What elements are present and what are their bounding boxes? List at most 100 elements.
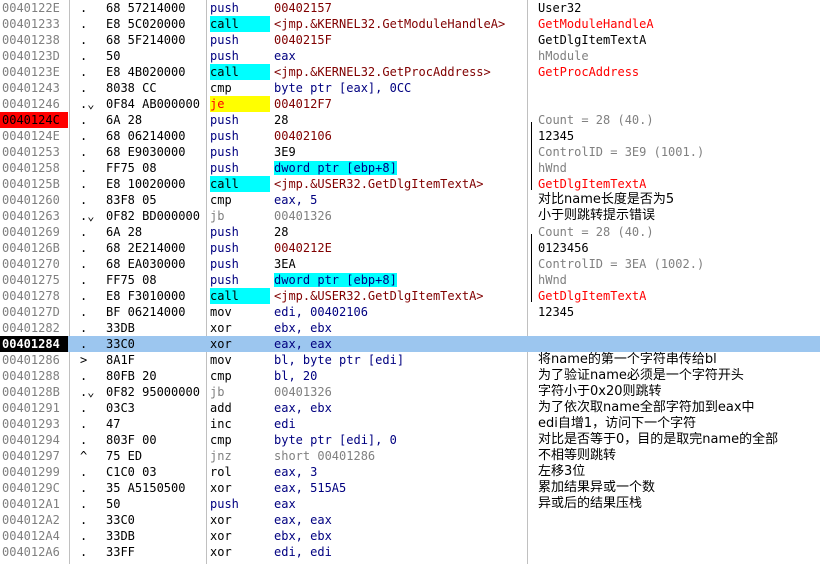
address-cell[interactable]: 0040129C xyxy=(0,480,68,496)
disasm-row[interactable]: 004012A2. 33C0 xor eax, eax xyxy=(0,512,820,528)
address-cell[interactable]: 00401278 xyxy=(0,288,68,304)
comment[interactable]: ControlID = 3E9 (1001.) xyxy=(538,144,820,160)
disasm-row[interactable]: 00401260. 83F8 05 cmp eax, 5 对比name长度是否为5 xyxy=(0,192,820,208)
comment[interactable]: 对比name长度是否为5 xyxy=(538,192,820,208)
disasm-row[interactable]: 00401286 >8A1F mov bl, byte ptr [edi] 将name的… xyxy=(0,352,820,368)
address-cell[interactable]: 00401238 xyxy=(0,32,68,48)
disasm-row[interactable]: 0040124C. 6A 28 push 28 Count = 28 (40.) xyxy=(0,112,820,128)
comment[interactable]: edi自增1，访问下一个字符 xyxy=(538,416,820,432)
address-cell[interactable]: 00401260 xyxy=(0,192,68,208)
comment[interactable]: GetProcAddress xyxy=(538,64,820,80)
address-cell[interactable]: 00401293 xyxy=(0,416,68,432)
address-cell[interactable]: 004012A1 xyxy=(0,496,68,512)
comment[interactable]: 累加结果异或一个数 xyxy=(538,480,820,496)
address-cell[interactable]: 00401243 xyxy=(0,80,68,96)
comment[interactable]: Count = 28 (40.) xyxy=(538,112,820,128)
disasm-row[interactable]: 00401293. 47 inc edi edi自增1，访问下一个字符 xyxy=(0,416,820,432)
address-cell[interactable]: 00401288 xyxy=(0,368,68,384)
comment[interactable] xyxy=(538,80,820,96)
comment[interactable]: ControlID = 3EA (1002.) xyxy=(538,256,820,272)
address-cell[interactable]: 0040122E xyxy=(0,0,68,16)
address-cell[interactable]: 0040127D xyxy=(0,304,68,320)
address-cell[interactable]: 00401282 xyxy=(0,320,68,336)
disasm-row[interactable]: 00401291. 03C3 add eax, ebx 为了依次取name全部字符加到e… xyxy=(0,400,820,416)
disasm-row[interactable]: 00401278. E8 F3010000 call <jmp.&USER32.Get… xyxy=(0,288,820,304)
disasm-row[interactable]: 00401269. 6A 28 push 28 Count = 28 (40.) xyxy=(0,224,820,240)
disasm-row[interactable]: 0040123E. E8 4B020000 call <jmp.&KERNEL32.G… xyxy=(0,64,820,80)
disasm-row[interactable]: 0040126B. 68 2E214000 push 0040212E 0123456 xyxy=(0,240,820,256)
comment[interactable]: 字符小于0x20则跳转 xyxy=(538,384,820,400)
address-cell[interactable]: 004012A4 xyxy=(0,528,68,544)
comment[interactable]: 将name的第一个字符串传给bl xyxy=(538,352,820,368)
address-cell[interactable]: 00401275 xyxy=(0,272,68,288)
disasm-row[interactable]: 004012A6. 33FF xor edi, edi xyxy=(0,544,820,560)
disasm-row[interactable]: 00401233. E8 5C020000 call <jmp.&KERNEL32.G… xyxy=(0,16,820,32)
comment[interactable] xyxy=(538,320,820,336)
address-cell[interactable]: 00401294 xyxy=(0,432,68,448)
comment[interactable]: 对比是否等于0，目的是取完name的全部 xyxy=(538,432,820,448)
disasm-row[interactable]: 00401258. FF75 08 push dword ptr [ebp+8] hWn… xyxy=(0,160,820,176)
address-cell[interactable]: 004012A6 xyxy=(0,544,68,560)
address-cell[interactable]: 00401253 xyxy=(0,144,68,160)
comment[interactable]: 0123456 xyxy=(538,240,820,256)
address-cell[interactable]: 0040123E xyxy=(0,64,68,80)
disasm-row[interactable]: 0040128B .⌄ 0F82 95000000 jb 00401326 字符小于0x2… xyxy=(0,384,820,400)
address-cell[interactable]: 00401269 xyxy=(0,224,68,240)
address-cell[interactable]: 0040128B xyxy=(0,384,68,400)
breakpoint-address[interactable]: 0040124C xyxy=(0,112,68,128)
address-cell[interactable]: 00401291 xyxy=(0,400,68,416)
comment[interactable]: GetDlgItemTextA xyxy=(538,32,820,48)
comment[interactable]: 12345 xyxy=(538,128,820,144)
comment[interactable]: GetDlgItemTextA xyxy=(538,176,820,192)
address-cell[interactable]: 00401233 xyxy=(0,16,68,32)
comment[interactable] xyxy=(538,96,820,112)
address-cell[interactable]: 00401246 xyxy=(0,96,68,112)
comment[interactable] xyxy=(538,336,820,352)
comment[interactable]: 不相等则跳转 xyxy=(538,448,820,464)
disasm-row[interactable]: 00401288. 80FB 20 cmp bl, 20 为了验证name必须是一个字符… xyxy=(0,368,820,384)
disasm-row[interactable]: 004012A1. 50 push eax 异或后的结果压栈 xyxy=(0,496,820,512)
address-cell[interactable]: 00401263 xyxy=(0,208,68,224)
comment[interactable]: hWnd xyxy=(538,272,820,288)
address-cell[interactable]: 00401286 xyxy=(0,352,68,368)
comment[interactable]: GetDlgItemTextA xyxy=(538,288,820,304)
disassembly-pane[interactable]: 0040122E. 68 57214000 push 00402157 User32 00… xyxy=(0,0,820,564)
address-cell[interactable]: 0040125B xyxy=(0,176,68,192)
comment[interactable]: 异或后的结果压栈 xyxy=(538,496,820,512)
disasm-row[interactable]: 00401243. 8038 CC cmp byte ptr [eax], 0CC xyxy=(0,80,820,96)
disasm-row[interactable]: 00401294. 803F 00 cmp byte ptr [edi], 0 对比是否… xyxy=(0,432,820,448)
address-cell[interactable]: 0040126B xyxy=(0,240,68,256)
comment[interactable] xyxy=(538,544,820,560)
comment[interactable]: GetModuleHandleA xyxy=(538,16,820,32)
address-cell[interactable]: 0040123D xyxy=(0,48,68,64)
address-cell[interactable]: 004012A2 xyxy=(0,512,68,528)
disasm-row[interactable]: 00401284. 33C0 xor eax, eax xyxy=(0,336,820,352)
address-cell[interactable]: 00401270 xyxy=(0,256,68,272)
disasm-row[interactable]: 004012A4. 33DB xor ebx, ebx xyxy=(0,528,820,544)
disasm-row[interactable]: 0040124E. 68 06214000 push 00402106 12345 xyxy=(0,128,820,144)
disasm-row[interactable]: 00401282. 33DB xor ebx, ebx xyxy=(0,320,820,336)
disasm-row[interactable]: 0040127D. BF 06214000 mov edi, 00402106 1234… xyxy=(0,304,820,320)
comment[interactable]: hModule xyxy=(538,48,820,64)
comment[interactable]: 为了验证name必须是一个字符开头 xyxy=(538,368,820,384)
address-cell[interactable]: 00401284 xyxy=(0,336,68,352)
disasm-row[interactable]: 00401246 .⌄ 0F84 AB000000 je 004012F7 xyxy=(0,96,820,112)
address-cell[interactable]: 0040124E xyxy=(0,128,68,144)
comment[interactable] xyxy=(538,528,820,544)
comment[interactable]: 左移3位 xyxy=(538,464,820,480)
disasm-row[interactable]: 00401275. FF75 08 push dword ptr [ebp+8] hWn… xyxy=(0,272,820,288)
disasm-row[interactable]: 00401263 .⌄ 0F82 BD000000 jb 00401326 小于则跳转提示… xyxy=(0,208,820,224)
comment[interactable]: hWnd xyxy=(538,160,820,176)
disasm-row[interactable]: 0040123D. 50 push eax hModule xyxy=(0,48,820,64)
comment[interactable]: 12345 xyxy=(538,304,820,320)
address-cell[interactable]: 00401299 xyxy=(0,464,68,480)
comment[interactable] xyxy=(538,512,820,528)
disasm-row[interactable]: 00401299. C1C0 03 rol eax, 3 左移3位 xyxy=(0,464,820,480)
disasm-row[interactable]: 0040125B. E8 10020000 call <jmp.&USER32.Get… xyxy=(0,176,820,192)
comment[interactable]: 为了依次取name全部字符加到eax中 xyxy=(538,400,820,416)
disasm-row[interactable]: 00401238. 68 5F214000 push 0040215F GetDlgIt… xyxy=(0,32,820,48)
comment[interactable]: User32 xyxy=(538,0,820,16)
disasm-row[interactable]: 0040122E. 68 57214000 push 00402157 User32 xyxy=(0,0,820,16)
disasm-row[interactable]: 00401253. 68 E9030000 push 3E9 ControlID = 3… xyxy=(0,144,820,160)
disasm-row[interactable]: 0040129C. 35 A5150500 xor eax, 515A5 累加结果异或一… xyxy=(0,480,820,496)
